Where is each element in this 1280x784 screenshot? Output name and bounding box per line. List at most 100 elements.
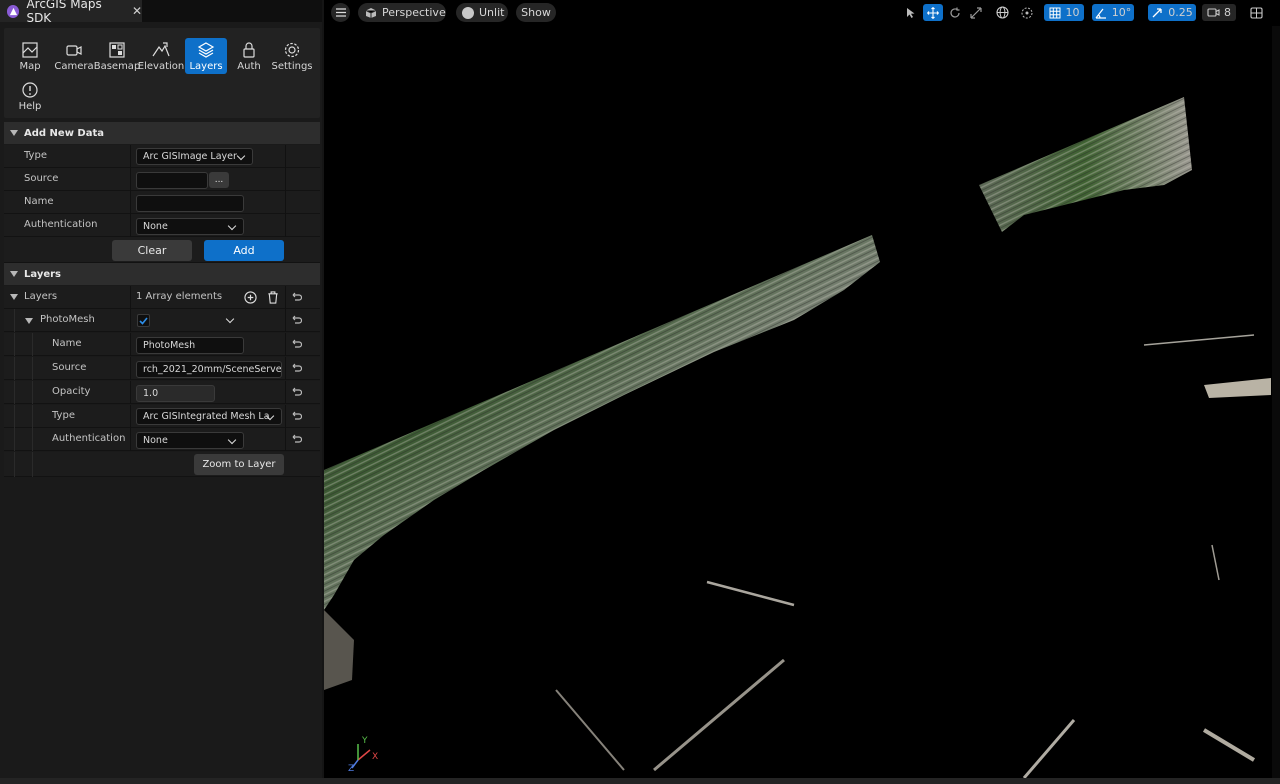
- visibility-checkbox[interactable]: [137, 314, 150, 327]
- layer-source-input[interactable]: rch_2021_20mm/SceneServe: [136, 361, 282, 378]
- add-element-icon[interactable]: [244, 291, 257, 304]
- reset-icon[interactable]: [290, 291, 302, 303]
- layer-name-row: Name PhotoMesh: [4, 333, 320, 356]
- move-icon: [927, 6, 939, 19]
- add-new-data-title: Add New Data: [24, 127, 104, 139]
- toolbar-help-label: Help: [18, 101, 42, 112]
- layers-header[interactable]: Layers: [4, 263, 320, 285]
- reset-icon[interactable]: [290, 386, 302, 398]
- layers-array-row: Layers 1 Array elements: [4, 286, 320, 309]
- toolbar-settings-button[interactable]: Settings: [271, 38, 313, 74]
- bottom-status-strip: [0, 778, 1280, 784]
- perspective-button[interactable]: Perspective: [358, 3, 446, 22]
- toolbar-camera-button[interactable]: Camera: [53, 38, 95, 74]
- reset-icon[interactable]: [290, 314, 302, 326]
- globe-icon: [995, 6, 1009, 19]
- axis-z-label: Z: [348, 764, 355, 774]
- toolbar-elevation-button[interactable]: Elevation: [138, 38, 184, 74]
- source-input[interactable]: [136, 172, 208, 189]
- rotate-icon: [950, 7, 960, 18]
- toolbar-basemap-button[interactable]: Basemap: [94, 38, 140, 74]
- reset-icon[interactable]: [290, 433, 302, 445]
- toolbar-layers-button[interactable]: Layers: [185, 38, 227, 74]
- translate-mode-button[interactable]: [923, 4, 943, 21]
- type-row: Type Arc GISImage Layer: [4, 145, 320, 168]
- reset-icon[interactable]: [290, 338, 302, 350]
- add-new-data-header[interactable]: Add New Data: [4, 122, 320, 144]
- select-mode-button[interactable]: [902, 4, 920, 21]
- name-input[interactable]: [136, 195, 244, 212]
- expand-arrow-icon[interactable]: [25, 318, 33, 324]
- add-actions-row: Clear Add: [4, 237, 320, 263]
- layer-title: PhotoMesh: [40, 314, 95, 325]
- authentication-dropdown[interactable]: None: [136, 218, 244, 235]
- grid-snap-toggle[interactable]: 10: [1044, 4, 1084, 21]
- layer-authentication-dropdown[interactable]: None: [136, 432, 244, 449]
- type-dropdown[interactable]: Arc GISImage Layer: [136, 148, 253, 165]
- authentication-row: Authentication None: [4, 214, 320, 237]
- photomesh-row: PhotoMesh: [4, 309, 320, 332]
- layers-icon: [197, 42, 215, 58]
- expand-arrow-icon[interactable]: [10, 294, 18, 300]
- reset-icon[interactable]: [290, 410, 302, 422]
- toolbar-auth-button[interactable]: Auth: [228, 38, 270, 74]
- tab-arcgis-maps-sdk[interactable]: ArcGIS Maps SDK ✕: [0, 0, 142, 25]
- category-toolbar: Map Camera Basemap Elevation Layers Auth…: [4, 28, 320, 118]
- viewport-toolbar: Perspective Unlit Show 10 10° 0.25 8: [324, 0, 1280, 26]
- viewport-menu-button[interactable]: [331, 3, 350, 22]
- close-icon[interactable]: ✕: [132, 4, 142, 18]
- axis-x-label: X: [372, 752, 379, 762]
- grid-icon: [1049, 7, 1060, 18]
- toolbar-map-button[interactable]: Map: [9, 38, 51, 74]
- camera-speed-button[interactable]: 8: [1202, 4, 1236, 21]
- world-space-button[interactable]: [993, 4, 1011, 21]
- add-button[interactable]: Add: [204, 240, 284, 261]
- camera-icon: [66, 45, 82, 56]
- reset-icon[interactable]: [290, 362, 302, 374]
- layer-opacity-label: Opacity: [52, 386, 91, 397]
- opacity-spinbox[interactable]: 1.0: [136, 385, 215, 402]
- source-label: Source: [24, 173, 59, 184]
- zoom-to-layer-button[interactable]: Zoom to Layer: [194, 454, 284, 475]
- layers-section-title: Layers: [24, 268, 61, 280]
- camera-speed-value: 8: [1224, 6, 1231, 19]
- scale-mode-button[interactable]: [967, 4, 985, 21]
- elevation-icon: [152, 42, 170, 57]
- trash-icon[interactable]: [267, 291, 279, 304]
- name-label: Name: [24, 196, 54, 207]
- surface-snap-button[interactable]: [1018, 4, 1036, 21]
- basemap-icon: [109, 42, 125, 58]
- rotation-snap-toggle[interactable]: 10°: [1092, 4, 1134, 21]
- chevron-down-icon[interactable]: [225, 314, 235, 324]
- cursor-icon: [907, 7, 915, 18]
- toolbar-settings-label: Settings: [271, 61, 313, 72]
- rotate-mode-button[interactable]: [946, 4, 964, 21]
- collapse-arrow-icon: [10, 271, 18, 277]
- layer-type-dropdown[interactable]: Arc GISIntegrated Mesh La: [136, 408, 282, 425]
- collapse-arrow-icon: [10, 130, 18, 136]
- layer-name-input[interactable]: PhotoMesh: [136, 337, 244, 354]
- viewport-right-edge: [1272, 26, 1280, 778]
- lighting-mode-button[interactable]: Unlit: [456, 3, 508, 22]
- 3d-viewport[interactable]: Y X Z Perspective Unlit Show 10 10° 0.25…: [324, 0, 1280, 778]
- lock-icon: [243, 42, 255, 58]
- browse-button[interactable]: ...: [209, 172, 229, 188]
- show-button[interactable]: Show: [516, 3, 556, 22]
- details-panel: ArcGIS Maps SDK ✕ Map Camera Basemap Ele…: [0, 0, 322, 784]
- toolbar-help-button[interactable]: Help: [9, 78, 51, 114]
- authentication-label: Authentication: [24, 219, 98, 230]
- scale-icon: [970, 6, 982, 19]
- axis-gizmo: [351, 744, 371, 769]
- scale-snap-toggle[interactable]: 0.25: [1148, 4, 1196, 21]
- layer-opacity-row: Opacity 1.0: [4, 381, 320, 404]
- viewport-layout-button[interactable]: [1246, 4, 1266, 21]
- layer-type-row: Type Arc GISIntegrated Mesh La: [4, 405, 320, 428]
- layer-source-label: Source: [52, 362, 87, 373]
- clear-button[interactable]: Clear: [112, 240, 192, 261]
- unlit-label: Unlit: [479, 6, 505, 19]
- scene-render: [324, 97, 1271, 778]
- tab-title: ArcGIS Maps SDK: [26, 0, 102, 25]
- array-count: 1 Array elements: [136, 291, 223, 302]
- hamburger-icon: [335, 8, 346, 17]
- scale-snap-value: 0.25: [1168, 6, 1193, 19]
